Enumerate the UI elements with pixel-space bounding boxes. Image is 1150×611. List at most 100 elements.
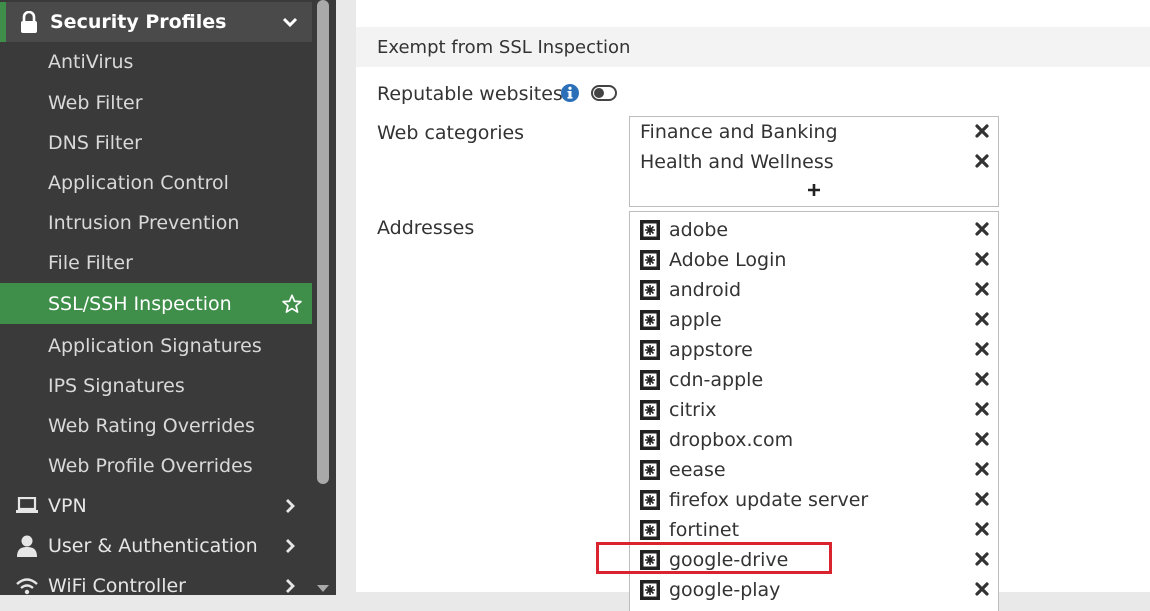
info-icon[interactable]	[560, 83, 580, 107]
user-icon	[14, 535, 40, 557]
sidebar-item-antivirus[interactable]: AntiVirus	[0, 42, 312, 82]
web-category-label: Health and Wellness	[640, 151, 834, 173]
remove-icon[interactable]	[974, 341, 990, 357]
web-categories-list[interactable]: Finance and Banking Health and Wellness	[629, 116, 999, 207]
chevron-right-icon[interactable]	[278, 494, 302, 518]
chevron-right-icon[interactable]	[278, 574, 302, 598]
address-row: firefox update server	[630, 485, 998, 515]
address-label: Adobe Login	[669, 249, 787, 271]
sidebar-item-label: DNS Filter	[48, 132, 142, 154]
web-categories-label: Web categories	[377, 122, 525, 144]
address-label: appstore	[669, 339, 753, 361]
address-row: cdn-apple	[630, 365, 998, 395]
address-object-icon	[640, 250, 660, 270]
address-label: citrix	[669, 399, 717, 421]
sidebar-item-label: Web Rating Overrides	[48, 415, 255, 437]
remove-icon[interactable]	[974, 153, 990, 169]
sidebar-scrollbar[interactable]	[317, 0, 329, 484]
address-object-icon	[640, 460, 660, 480]
remove-icon[interactable]	[974, 491, 990, 507]
sidebar-item-user-authentication[interactable]: User & Authentication	[0, 526, 312, 566]
sidebar-item-web-rating-overrides[interactable]: Web Rating Overrides	[0, 406, 312, 446]
address-object-icon	[640, 490, 660, 510]
sidebar-item-label: File Filter	[48, 252, 133, 274]
address-row: adobe	[630, 215, 998, 245]
settings-card: Exempt from SSL Inspection Reputable web…	[356, 0, 1150, 611]
scroll-down-arrow-icon[interactable]	[317, 585, 329, 592]
sidebar-item-web-profile-overrides[interactable]: Web Profile Overrides	[0, 446, 312, 486]
address-object-icon	[640, 580, 660, 600]
remove-icon[interactable]	[974, 401, 990, 417]
sidebar-section-label: Security Profiles	[50, 11, 227, 33]
add-web-category-button[interactable]	[630, 177, 998, 205]
sidebar-item-vpn[interactable]: VPN	[0, 486, 312, 526]
remove-icon[interactable]	[974, 431, 990, 447]
remove-icon[interactable]	[974, 281, 990, 297]
sidebar-item-file-filter[interactable]: File Filter	[0, 243, 312, 283]
sidebar-item-web-filter[interactable]: Web Filter	[0, 83, 312, 123]
address-object-icon	[640, 400, 660, 420]
addresses-label: Addresses	[377, 217, 475, 239]
address-object-icon	[640, 220, 660, 240]
address-label: dropbox.com	[669, 429, 794, 451]
address-label: eease	[669, 459, 726, 481]
address-label: android	[669, 279, 742, 301]
sidebar-item-intrusion-prevention[interactable]: Intrusion Prevention	[0, 203, 312, 243]
star-icon[interactable]	[280, 292, 304, 316]
sidebar-item-label: Application Signatures	[48, 335, 262, 357]
address-label: google-drive	[669, 549, 789, 571]
address-object-icon	[640, 280, 660, 300]
address-row: dropbox.com	[630, 425, 998, 455]
remove-icon[interactable]	[974, 311, 990, 327]
remove-icon[interactable]	[974, 551, 990, 567]
address-object-icon	[640, 520, 660, 540]
sidebar-item-ssl-ssh-inspection[interactable]: SSL/SSH Inspection	[0, 283, 312, 324]
remove-icon[interactable]	[974, 251, 990, 267]
sidebar-section-security-profiles[interactable]: Security Profiles	[0, 2, 312, 42]
chevron-right-icon[interactable]	[278, 534, 302, 558]
address-row: android	[630, 275, 998, 305]
sidebar-item-wifi-controller[interactable]: WiFi Controller	[0, 566, 312, 606]
sidebar-item-application-control[interactable]: Application Control	[0, 163, 312, 203]
remove-icon[interactable]	[974, 521, 990, 537]
section-title: Exempt from SSL Inspection	[377, 36, 631, 58]
wifi-icon	[14, 575, 40, 597]
address-label: fortinet	[669, 519, 740, 541]
address-row: appstore	[630, 335, 998, 365]
address-row: google-play	[630, 575, 998, 605]
sidebar: Security Profiles AntiVirus Web Filter D…	[0, 0, 312, 597]
plus-icon	[807, 182, 821, 201]
chevron-down-icon[interactable]	[278, 10, 302, 34]
address-label: google-play	[669, 579, 781, 601]
sidebar-item-label: IPS Signatures	[48, 375, 185, 397]
remove-icon[interactable]	[974, 461, 990, 477]
main-content: Exempt from SSL Inspection Reputable web…	[336, 0, 1150, 611]
section-header: Exempt from SSL Inspection	[356, 27, 1150, 67]
address-row: Adobe Login	[630, 245, 998, 275]
sidebar-item-dns-filter[interactable]: DNS Filter	[0, 123, 312, 163]
address-object-icon	[640, 430, 660, 450]
address-row: citrix	[630, 395, 998, 425]
sidebar-item-application-signatures[interactable]: Application Signatures	[0, 326, 312, 366]
address-label: apple	[669, 309, 722, 331]
remove-icon[interactable]	[974, 123, 990, 139]
sidebar-item-label: VPN	[48, 495, 87, 517]
lock-icon	[16, 11, 42, 33]
list-item: Health and Wellness	[630, 147, 998, 177]
address-object-icon	[640, 550, 660, 570]
reputable-websites-toggle[interactable]	[591, 85, 617, 101]
sidebar-item-ips-signatures[interactable]: IPS Signatures	[0, 366, 312, 406]
remove-icon[interactable]	[974, 221, 990, 237]
address-label: cdn-apple	[669, 369, 764, 391]
addresses-list[interactable]: adobe Adobe Login android apple appstore	[629, 211, 999, 611]
address-label: firefox update server	[669, 489, 869, 511]
reputable-websites-label: Reputable websites	[377, 83, 563, 105]
address-row: fortinet	[630, 515, 998, 545]
address-label: adobe	[669, 219, 729, 241]
remove-icon[interactable]	[974, 371, 990, 387]
address-row: eease	[630, 455, 998, 485]
address-object-icon	[640, 310, 660, 330]
web-category-label: Finance and Banking	[640, 121, 838, 143]
sidebar-item-label: AntiVirus	[48, 51, 134, 73]
address-object-icon	[640, 370, 660, 390]
